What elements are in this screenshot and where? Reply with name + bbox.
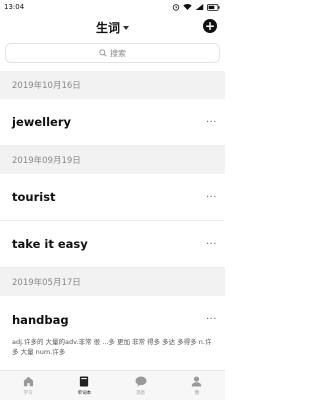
status-icons bbox=[172, 3, 220, 11]
date-label: 2019年10月16日 bbox=[12, 81, 81, 91]
more-options-icon[interactable]: ··· bbox=[206, 239, 217, 250]
alarm-icon bbox=[172, 3, 180, 11]
date-label: 2019年05月17日 bbox=[12, 278, 81, 288]
word-label: tourist bbox=[12, 190, 56, 204]
word-list: 2019年10月16日 jewellery ··· 2019年09月19日 to… bbox=[0, 71, 225, 357]
word-definition: adj.许多的 大量的adv.非常 很 ...多 更加 非常 得多 多达 多得多… bbox=[12, 338, 212, 356]
status-bar: 13:04 bbox=[0, 0, 225, 14]
word-label: jewellery bbox=[12, 115, 72, 129]
caret-down-icon bbox=[123, 25, 129, 30]
list-item[interactable]: jewellery ··· bbox=[0, 99, 225, 146]
vocab-list-selector[interactable]: 生词 bbox=[96, 19, 129, 36]
date-header: 2019年10月16日 bbox=[0, 71, 225, 99]
plus-icon: + bbox=[204, 19, 216, 33]
tab-messages[interactable]: 消息 bbox=[113, 371, 169, 400]
book-icon bbox=[78, 376, 90, 388]
chat-bubble-icon bbox=[135, 376, 147, 388]
search-input[interactable]: 搜索 bbox=[5, 43, 220, 63]
search-placeholder: 搜索 bbox=[110, 48, 126, 58]
more-options-icon[interactable]: ··· bbox=[206, 192, 217, 203]
tab-label: 消息 bbox=[136, 390, 146, 396]
tab-profile[interactable]: 我 bbox=[169, 371, 225, 400]
date-header: 2019年09月19日 bbox=[0, 146, 225, 174]
page-title: 生词 bbox=[95, 20, 120, 35]
status-time: 13:04 bbox=[4, 3, 25, 11]
list-item[interactable]: tourist ··· bbox=[0, 174, 225, 221]
search-icon bbox=[99, 49, 107, 57]
wifi-icon bbox=[183, 3, 192, 11]
tab-label: 我 bbox=[194, 390, 200, 396]
list-item[interactable]: take it easy ··· bbox=[0, 221, 225, 268]
word-label: handbag bbox=[12, 312, 69, 327]
signal-icon bbox=[195, 3, 204, 11]
tab-label: 单词本 bbox=[77, 390, 92, 396]
bottom-tab-bar: 学习 单词本 消息 我 bbox=[0, 370, 225, 400]
home-icon bbox=[22, 376, 34, 388]
more-options-icon[interactable]: ··· bbox=[206, 117, 217, 128]
add-word-button[interactable]: + bbox=[203, 19, 217, 33]
list-item[interactable]: handbag ··· bbox=[0, 296, 225, 343]
tab-label: 学习 bbox=[23, 390, 33, 396]
date-header: 2019年05月17日 bbox=[0, 268, 225, 296]
date-label: 2019年09月19日 bbox=[12, 156, 81, 166]
tab-study[interactable]: 学习 bbox=[0, 371, 56, 400]
word-label: take it easy bbox=[12, 237, 88, 251]
tab-wordbook[interactable]: 单词本 bbox=[56, 371, 112, 400]
header: 生词 + bbox=[0, 14, 225, 40]
person-icon bbox=[191, 376, 203, 388]
more-options-icon[interactable]: ··· bbox=[206, 314, 217, 325]
battery-icon bbox=[207, 3, 220, 11]
